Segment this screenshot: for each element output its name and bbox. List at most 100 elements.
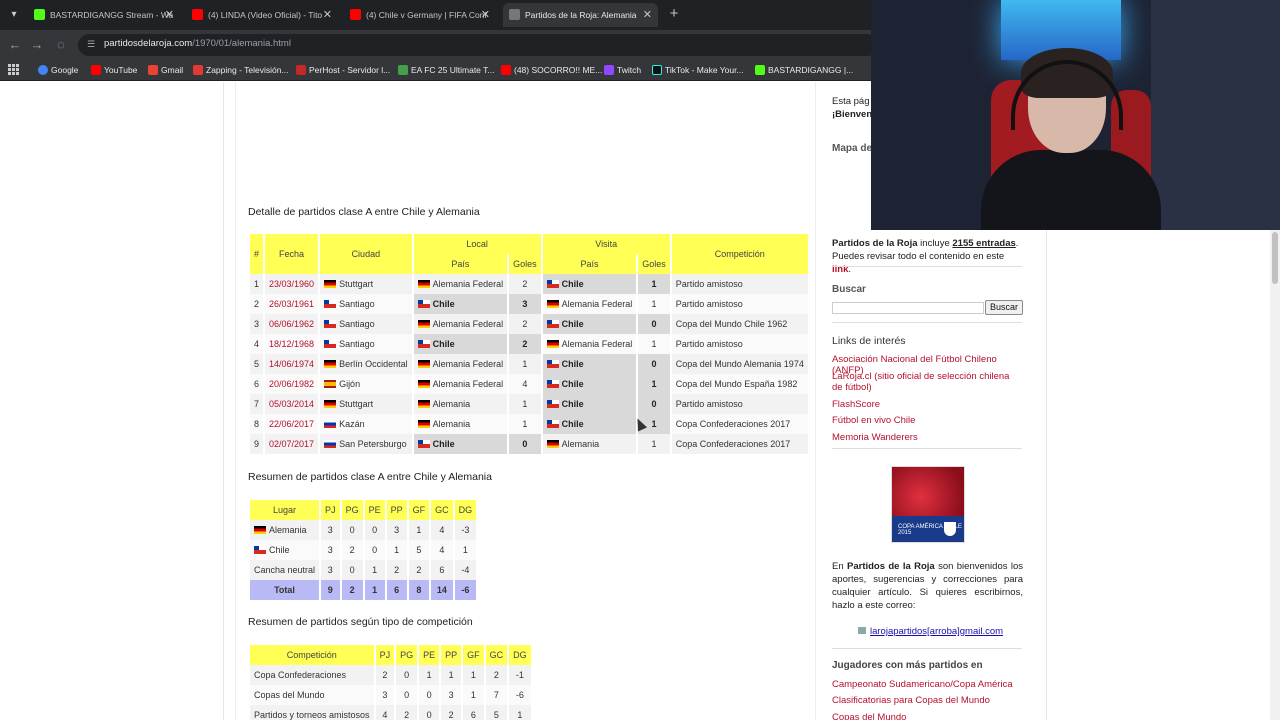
youtube-icon (350, 9, 361, 20)
copa-america-image[interactable]: COPA AMÉRICA CHILE 2015 (891, 466, 965, 543)
flag-icon (324, 300, 337, 308)
home-goals: 2 (509, 334, 541, 354)
close-icon[interactable]: ✕ (481, 3, 490, 27)
total-value: 14 (431, 580, 453, 600)
city-name: Stuttgart (339, 399, 374, 409)
tab-1[interactable]: BASTARDIGANGG Stream - Wa ✕ (28, 3, 180, 27)
bookmark-tiktok[interactable]: TikTok - Make Your... (652, 63, 744, 77)
link-laroja[interactable]: LaRoja.cl (sitio oficial de selección ch… (832, 371, 1022, 393)
stats-value: 2 (386, 560, 407, 580)
stats-value: 2 (441, 705, 462, 720)
match-competition: Copa Confederaciones 2017 (671, 434, 808, 454)
match-city: San Petersburgo (320, 434, 412, 454)
bookmark-gmail[interactable]: Gmail (148, 63, 183, 77)
total-value: -6 (454, 580, 477, 600)
welcome-brand: Partidos de la Roja (847, 561, 935, 572)
close-icon[interactable]: ✕ (165, 3, 174, 27)
back-icon[interactable]: ← (5, 35, 25, 55)
tab-search-icon[interactable]: ▾ (4, 5, 24, 25)
away-team-name: Chile (561, 399, 584, 409)
stats-value: 2 (396, 705, 418, 720)
match-date[interactable]: 22/06/2017 (265, 414, 319, 434)
link-memoria-wanderers[interactable]: Memoria Wanderers (832, 432, 918, 443)
match-date[interactable]: 18/12/1968 (265, 334, 319, 354)
search-input[interactable] (832, 302, 984, 314)
match-date[interactable]: 05/03/2014 (265, 394, 319, 414)
match-date[interactable]: 26/03/1961 (265, 294, 319, 314)
total-value: 6 (386, 580, 407, 600)
stats-label: Copa Confederaciones (250, 665, 374, 685)
stats-value: -1 (509, 665, 531, 685)
stats-header: GF (408, 500, 430, 520)
stats-value: 6 (431, 560, 453, 580)
stats-total-row: Total 9 2 1 6 8 14 -6 (250, 580, 477, 600)
flag-icon (417, 400, 430, 408)
email-address[interactable]: larojapartidos[arroba]gmail.com (870, 626, 1003, 637)
home-team: Chile (413, 294, 508, 314)
close-icon[interactable]: ✕ (323, 3, 332, 27)
apps-grid-icon[interactable] (8, 64, 20, 76)
link-clasificatorias[interactable]: Clasificatorias para Copas del Mundo (832, 695, 990, 706)
link-copas-del-mundo[interactable]: Copas del Mundo (832, 712, 906, 720)
link-copa-america[interactable]: Campeonato Sudamericano/Copa América (832, 679, 1013, 690)
away-team: Chile (542, 394, 637, 414)
tab-3[interactable]: (4) Chile v Germany | FIFA Conf ✕ (344, 3, 496, 27)
stats-row: Copa Confederaciones 2 0 1 1 1 2 -1 (250, 665, 531, 685)
match-row: 4 18/12/1968 Santiago Chile 2 Alemania Federa… (250, 334, 808, 354)
col-home-country: País (413, 254, 508, 274)
stats-value: 2 (485, 665, 508, 685)
match-date[interactable]: 06/06/1962 (265, 314, 319, 334)
away-team: Alemania Federal (542, 334, 637, 354)
link-flashscore[interactable]: FlashScore (832, 399, 880, 410)
mail-icon (858, 627, 866, 634)
home-team: Alemania Federal (413, 314, 508, 334)
entries-count: 2155 entradas (952, 238, 1016, 249)
bookmark-google[interactable]: Google (38, 63, 78, 77)
stats-header: DG (454, 500, 477, 520)
bookmark-socorro[interactable]: (48) SOCORRO!! ME... (501, 63, 602, 77)
match-date[interactable]: 14/06/1974 (265, 354, 319, 374)
stats-header: GC (431, 500, 453, 520)
forward-icon[interactable]: → (27, 35, 47, 55)
stats-row: Copas del Mundo 3 0 0 3 1 7 -6 (250, 685, 531, 705)
scrollbar-thumb[interactable] (1272, 232, 1278, 284)
match-date[interactable]: 20/06/1982 (265, 374, 319, 394)
site-info-icon[interactable]: ☰ (87, 39, 97, 50)
bookmark-youtube[interactable]: YouTube (91, 63, 137, 77)
stats-header: GF (463, 645, 484, 665)
home-team-name: Alemania Federal (432, 379, 504, 389)
bookmark-kick[interactable]: BASTARDIGANGG |... (755, 63, 853, 77)
flag-icon (417, 320, 430, 328)
address-bar[interactable]: ☰ partidosdelaroja.com/1970/01/alemania.… (78, 34, 878, 56)
flag-icon (324, 380, 337, 388)
email-link[interactable]: larojapartidos[arroba]gmail.com (858, 626, 1003, 637)
search-button[interactable]: Buscar (985, 300, 1023, 315)
match-date[interactable]: 02/07/2017 (265, 434, 319, 454)
col-away-goals: Goles (638, 254, 670, 274)
col-local: Local (413, 234, 541, 254)
bookmark-eafc[interactable]: EA FC 25 Ultimate T... (398, 63, 494, 77)
bookmark-zapping[interactable]: Zapping - Televisión... (193, 63, 289, 77)
webcam-overlay (871, 0, 1280, 230)
stats-header: DG (509, 645, 531, 665)
youtube-icon (501, 65, 511, 75)
stats-value: 1 (441, 665, 462, 685)
tab-4[interactable]: Partidos de la Roja: Alemania ✕ (503, 3, 658, 27)
city-name: Gijón (339, 379, 361, 389)
home-goals: 3 (509, 294, 541, 314)
match-date[interactable]: 23/03/1960 (265, 274, 319, 294)
close-icon[interactable]: ✕ (643, 3, 652, 27)
match-rows: 1 23/03/1960 Stuttgart Alemania Federal 2 Chi… (250, 274, 808, 454)
match-number: 5 (250, 354, 264, 374)
stats-value: 1 (408, 520, 430, 540)
bookmark-perhost[interactable]: PerHost - Servidor l... (296, 63, 390, 77)
tab-2[interactable]: (4) LINDA (Video Oficial) - Tito ✕ (186, 3, 338, 27)
link-futbol-en-vivo[interactable]: Fútbol en vivo Chile (832, 415, 915, 426)
new-tab-icon[interactable]: + (664, 4, 684, 24)
home-team: Alemania (413, 394, 508, 414)
bookmark-twitch[interactable]: Twitch (604, 63, 641, 77)
match-competition: Copa del Mundo España 1982 (671, 374, 808, 394)
home-team-name: Alemania Federal (432, 279, 504, 289)
twitch-icon (604, 65, 614, 75)
loading-icon[interactable]: ◌ (51, 35, 71, 55)
